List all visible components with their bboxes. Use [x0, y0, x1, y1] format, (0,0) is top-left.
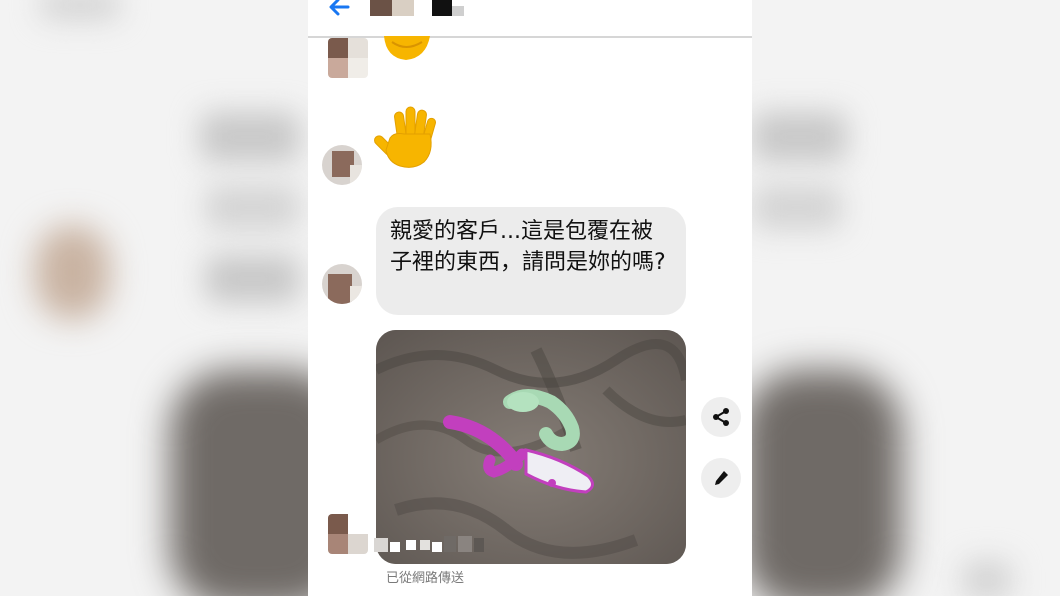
thumbs-up-icon: [384, 36, 430, 60]
contact-avatar-pixelated[interactable]: [370, 0, 414, 16]
message-text: 親愛的客戶...這是包覆在被子裡的東西，請問是妳的嗎?: [390, 219, 666, 275]
share-button[interactable]: [701, 397, 741, 437]
edit-button[interactable]: [701, 458, 741, 498]
sender-avatar[interactable]: [322, 264, 362, 304]
arrow-left-icon: [329, 0, 350, 16]
pencil-icon: [715, 471, 728, 485]
sender-avatar[interactable]: [328, 514, 368, 554]
blurred-background-left: [0, 0, 308, 596]
sender-avatar[interactable]: [322, 145, 362, 185]
waving-hand-icon: [374, 106, 436, 168]
chat-screen: 親愛的客戶...這是包覆在被子裡的東西，請問是妳的嗎? 已從網路傳送: [308, 0, 752, 596]
back-button[interactable]: [324, 0, 354, 22]
blurred-background-right: [752, 0, 1060, 596]
share-icon: [713, 408, 729, 426]
message-bubble[interactable]: 親愛的客戶...這是包覆在被子裡的東西，請問是妳的嗎?: [376, 207, 686, 315]
photo-message[interactable]: [376, 330, 686, 564]
contact-name-pixelated: [432, 0, 468, 16]
chat-header: [308, 0, 752, 38]
message-status: 已從網路傳送: [386, 571, 465, 586]
photo-image: [376, 330, 686, 564]
sender-avatar[interactable]: [328, 38, 368, 78]
